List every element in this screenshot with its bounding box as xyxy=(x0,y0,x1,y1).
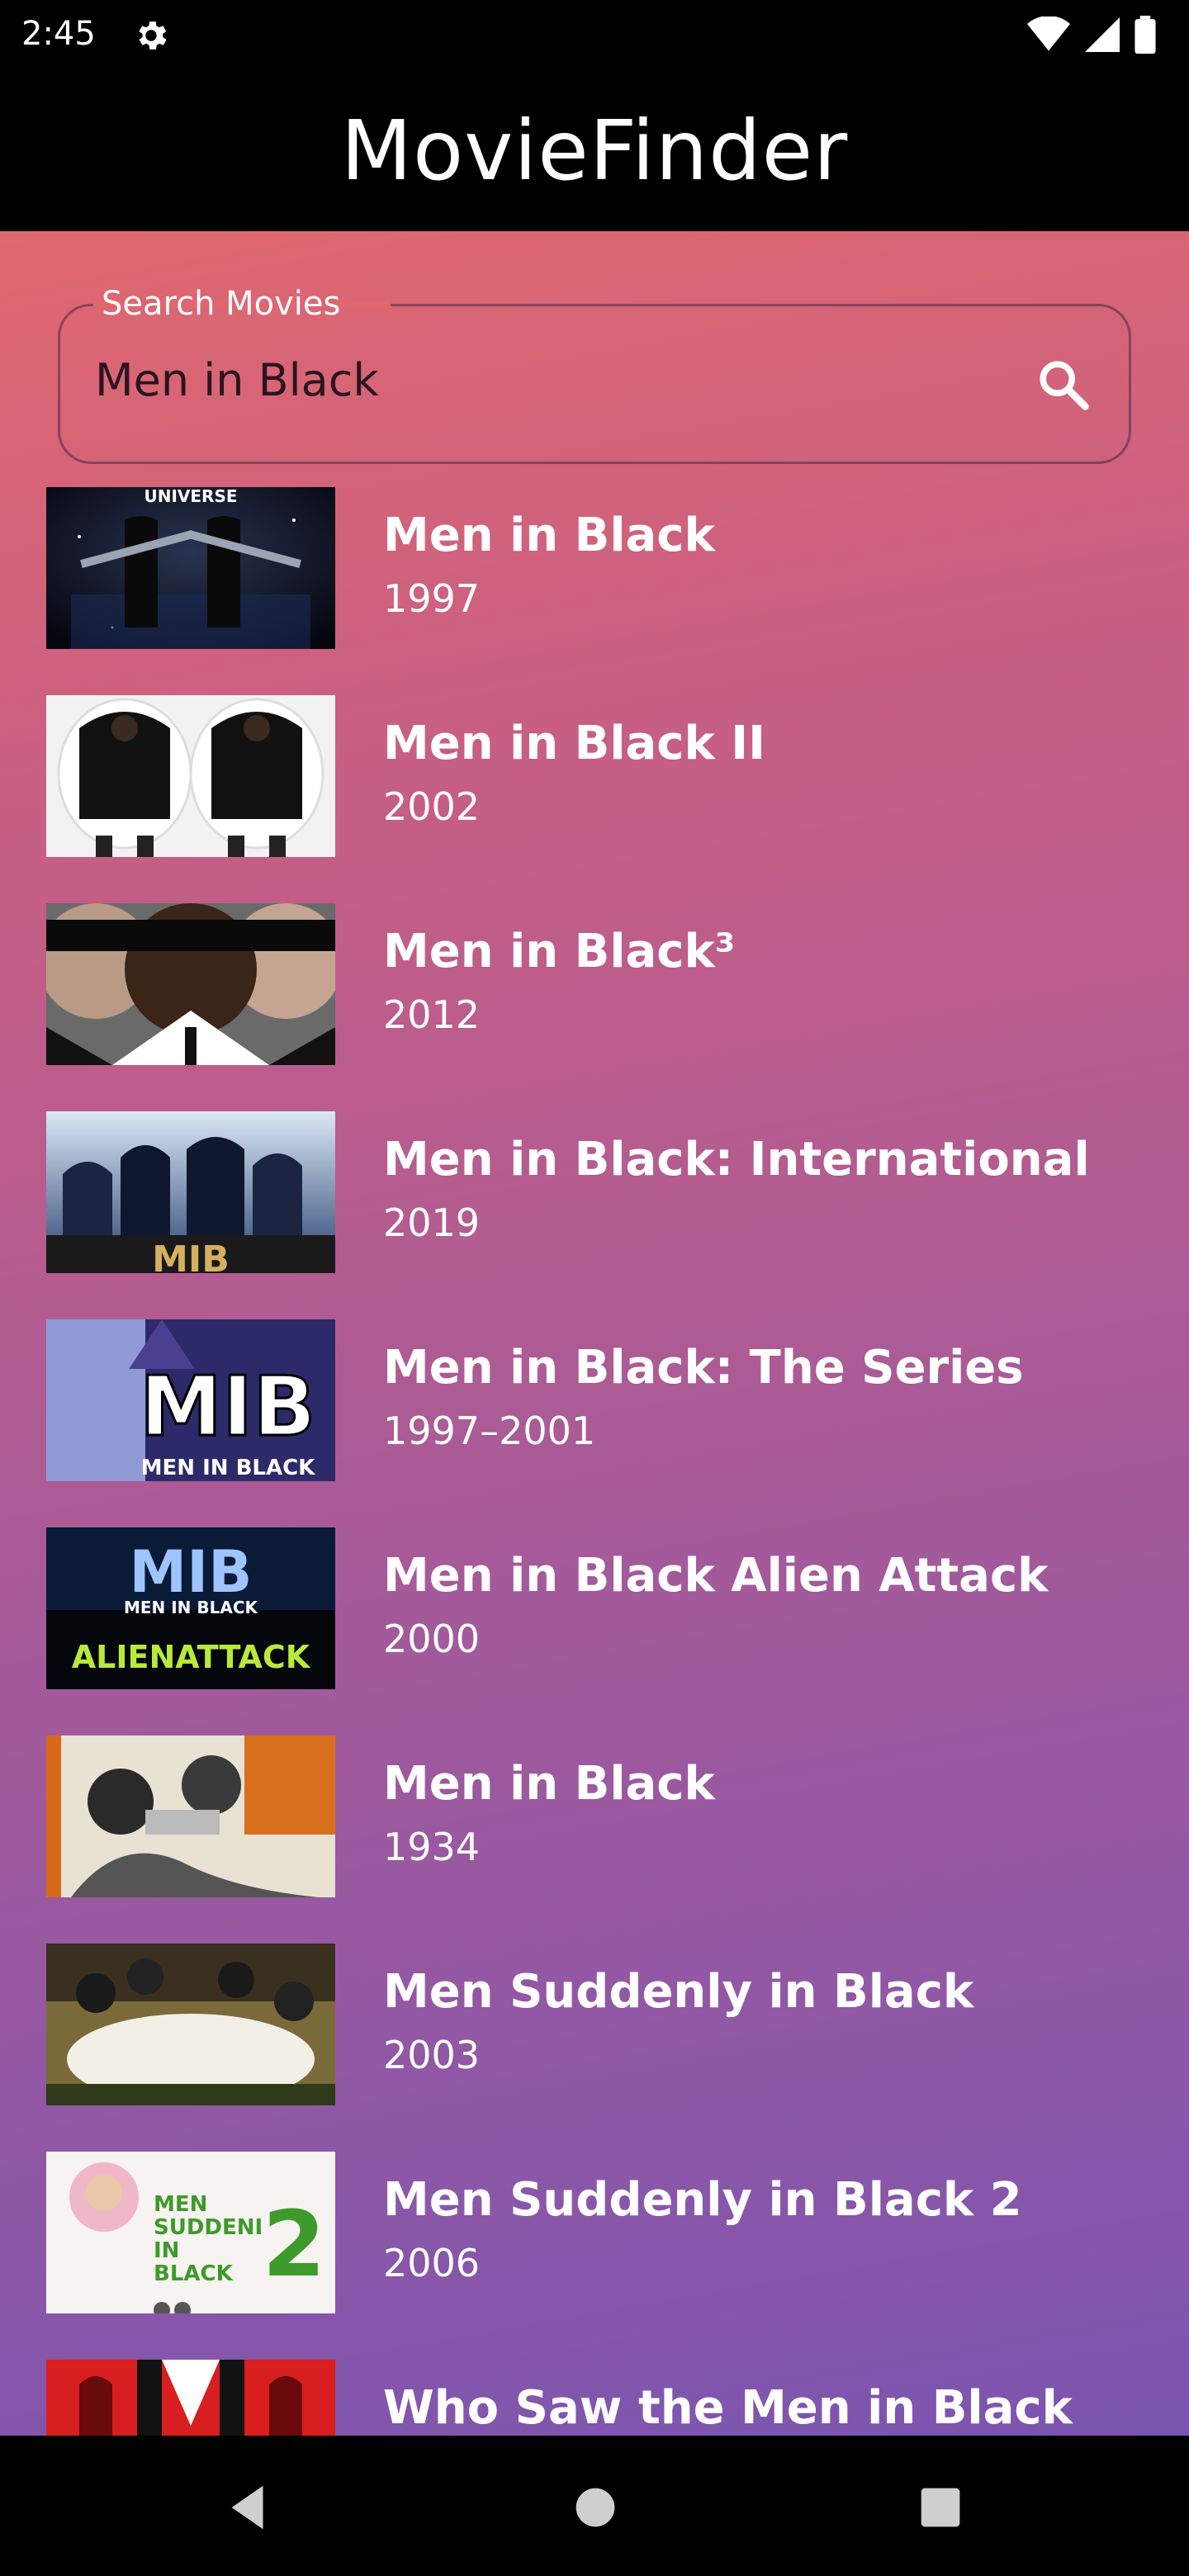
movie-title: Men in Black: International xyxy=(383,1133,1090,1186)
list-item[interactable]: MIB Men in Black: International 2019 xyxy=(0,1111,1189,1273)
cell-signal-icon xyxy=(1085,17,1120,52)
status-bar: 2:45 xyxy=(0,0,1189,69)
movie-poster: MIB MEN IN BLACK xyxy=(46,1319,335,1481)
wifi-icon xyxy=(1027,17,1070,51)
movie-title: Men in Black xyxy=(383,1757,715,1811)
movie-year: 1934 xyxy=(383,1825,481,1869)
movie-title: Men in Black xyxy=(383,509,715,562)
movie-poster: UNIVERSE xyxy=(46,487,335,649)
list-item[interactable]: Men in Black³ 2012 xyxy=(0,903,1189,1065)
poster-subtext: MEN IN BLACK xyxy=(124,1598,259,1617)
movie-poster: MEN SUDDENLY IN BLACK 2 xyxy=(46,2152,335,2313)
search-field[interactable]: Search Movies xyxy=(58,285,1131,464)
poster-text: MIB xyxy=(129,1538,252,1606)
status-time: 2:45 xyxy=(21,15,96,53)
list-item[interactable]: Men in Black 1934 xyxy=(0,1735,1189,1897)
movie-title: Men in Black Alien Attack xyxy=(383,1549,1049,1603)
movie-year: 2012 xyxy=(383,992,481,1037)
movie-poster xyxy=(46,1735,335,1897)
movie-title: Who Saw the Men in Black xyxy=(383,2381,1073,2435)
movie-poster: MIB MEN IN BLACK ALIENATTACK xyxy=(46,1527,335,1689)
movie-poster xyxy=(46,2360,335,2436)
poster-text: MEN SUDDENLY IN BLACK xyxy=(154,2193,261,2286)
app-title: MovieFinder xyxy=(340,102,849,199)
system-nav-bar xyxy=(0,2436,1189,2576)
search-icon[interactable] xyxy=(1035,356,1092,414)
main-content: Search Movies UNIVERSE Men in Black 1997 xyxy=(0,231,1189,2436)
movie-poster xyxy=(46,1944,335,2105)
movie-title: Men Suddenly in Black xyxy=(383,1965,974,2019)
movie-year: 1997–2001 xyxy=(383,1409,596,1453)
list-item[interactable]: MIB MEN IN BLACK ALIENATTACK Men in Blac… xyxy=(0,1527,1189,1689)
app-bar: MovieFinder xyxy=(0,69,1189,231)
list-item[interactable]: Men Suddenly in Black 2003 xyxy=(0,1944,1189,2105)
list-item[interactable]: Who Saw the Men in Black xyxy=(0,2360,1189,2436)
settings-gear-icon xyxy=(139,21,167,50)
movie-year: 2003 xyxy=(383,2033,481,2077)
search-label: Search Movies xyxy=(102,285,341,323)
movie-year: 2002 xyxy=(383,784,481,829)
poster-subtext: 2 xyxy=(263,2191,326,2297)
movie-title: Men in Black³ xyxy=(383,925,736,978)
movie-year: 2019 xyxy=(383,1200,481,1245)
movie-poster xyxy=(46,903,335,1065)
search-input[interactable] xyxy=(95,354,1003,406)
home-icon[interactable] xyxy=(566,2479,624,2536)
poster-text: MIB xyxy=(152,1238,230,1273)
movie-title: Men in Black II xyxy=(383,717,765,770)
poster-subtext: MEN IN BLACK xyxy=(141,1456,316,1480)
list-item[interactable]: MEN SUDDENLY IN BLACK 2 Men Suddenly in … xyxy=(0,2152,1189,2313)
movie-year: 2000 xyxy=(383,1617,481,1661)
poster-text: UNIVERSE xyxy=(144,487,237,506)
list-item[interactable]: MIB MEN IN BLACK Men in Black: The Serie… xyxy=(0,1319,1189,1481)
movie-poster xyxy=(46,695,335,857)
recents-icon[interactable] xyxy=(912,2479,969,2536)
movie-year: 2006 xyxy=(383,2241,481,2285)
battery-icon xyxy=(1135,16,1156,54)
list-item[interactable]: Men in Black II 2002 xyxy=(0,695,1189,857)
movie-title: Men Suddenly in Black 2 xyxy=(383,2173,1022,2227)
poster-text: MIB xyxy=(140,1358,316,1455)
back-icon[interactable] xyxy=(220,2479,277,2536)
movie-poster: MIB xyxy=(46,1111,335,1273)
poster-subtext-2: ALIENATTACK xyxy=(72,1639,311,1675)
movie-year: 1997 xyxy=(383,576,481,621)
movie-title: Men in Black: The Series xyxy=(383,1341,1024,1395)
list-item[interactable]: UNIVERSE Men in Black 1997 xyxy=(0,487,1189,649)
